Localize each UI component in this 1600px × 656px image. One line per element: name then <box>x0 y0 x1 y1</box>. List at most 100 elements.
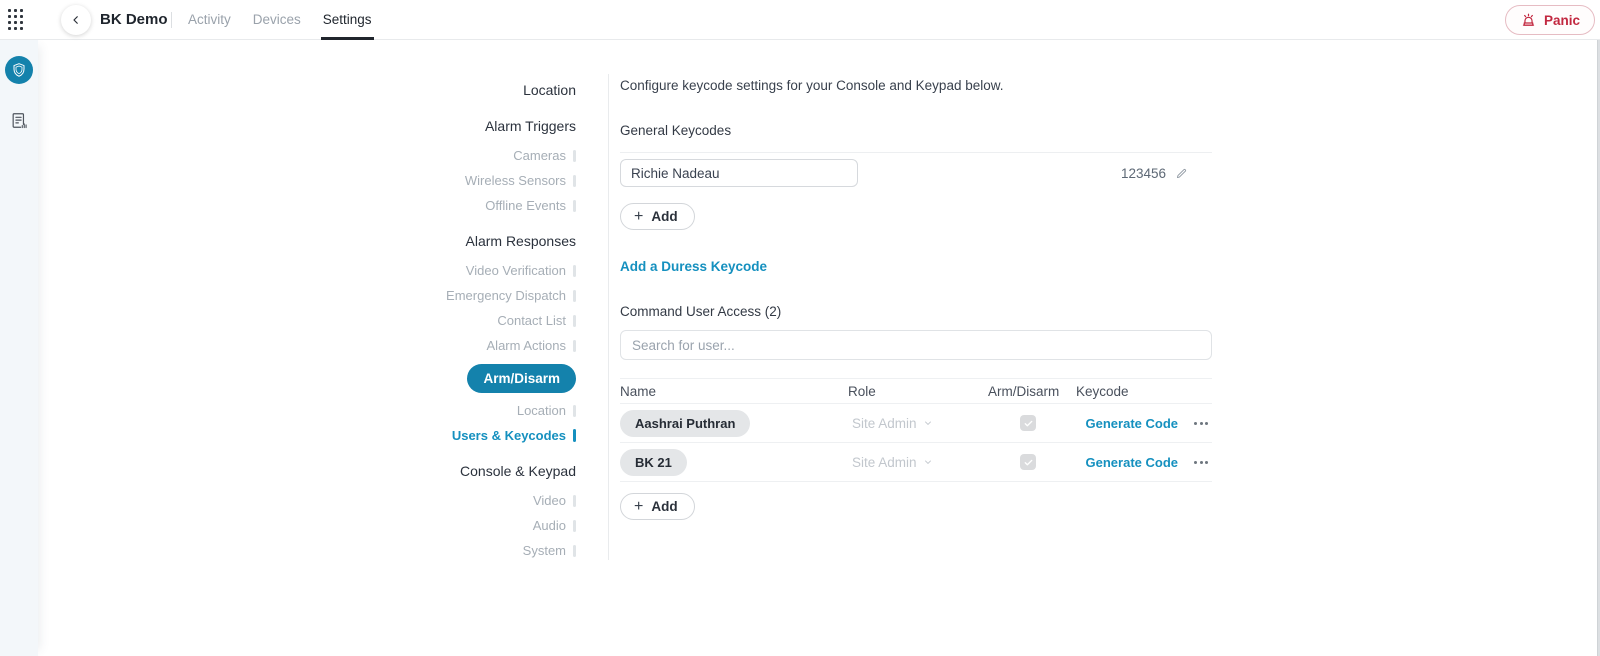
nav-item-emergency-dispatch[interactable]: Emergency Dispatch <box>446 287 576 304</box>
nav-item-label: Wireless Sensors <box>465 172 566 189</box>
nav-item-label: Contact List <box>497 312 566 329</box>
shield-icon <box>11 62 27 78</box>
nav-item-cameras[interactable]: Cameras <box>513 147 576 164</box>
settings-nav: Location Alarm Triggers Cameras Wireless… <box>380 81 576 559</box>
sidebar-item-reports[interactable] <box>5 106 33 134</box>
nav-item-contact-list[interactable]: Contact List <box>497 312 576 329</box>
row-menu-button[interactable] <box>1192 418 1210 429</box>
nav-tick <box>573 150 576 162</box>
nav-item-location-section[interactable]: Location <box>523 81 576 99</box>
nav-item-video[interactable]: Video <box>533 492 576 509</box>
nav-item-label: Video <box>533 492 566 509</box>
arm-disarm-button[interactable]: Arm/Disarm <box>467 364 576 393</box>
keycode-row: 123456 <box>620 152 1212 193</box>
command-user-access-title: Command User Access (2) <box>620 304 1212 320</box>
user-chip[interactable]: Aashrai Puthran <box>620 410 750 437</box>
intro-text: Configure keycode settings for your Cons… <box>620 70 1212 94</box>
user-search-input[interactable] <box>620 330 1212 360</box>
generate-code-link[interactable]: Generate Code <box>1086 455 1178 470</box>
table-row: BK 21 Site Admin Generate Code <box>620 443 1212 482</box>
top-bar: BK Demo Activity Devices Settings Panic <box>0 0 1600 40</box>
row-menu-button[interactable] <box>1192 457 1210 468</box>
app-grid-button[interactable] <box>8 9 30 33</box>
nav-item-label: Offline Events <box>485 197 566 214</box>
tab-activity[interactable]: Activity <box>177 0 242 40</box>
app-window: BK Demo Activity Devices Settings Panic <box>0 0 1600 656</box>
sidebar-item-alarms[interactable] <box>5 56 33 84</box>
general-keycodes-title: General Keycodes <box>620 123 1212 139</box>
generate-code-link[interactable]: Generate Code <box>1086 416 1178 431</box>
nav-item-label: Audio <box>533 517 566 534</box>
nav-item-label: System <box>523 542 566 559</box>
tab-settings[interactable]: Settings <box>312 0 383 40</box>
nav-item-audio[interactable]: Audio <box>533 517 576 534</box>
tab-devices[interactable]: Devices <box>242 0 312 40</box>
add-keycode-label: Add <box>651 209 677 224</box>
add-duress-keycode-link[interactable]: Add a Duress Keycode <box>620 259 767 274</box>
ellipsis-icon <box>1194 461 1197 464</box>
nav-item-wireless-sensors[interactable]: Wireless Sensors <box>465 172 576 189</box>
nav-tick-active <box>573 429 576 442</box>
nav-item-system[interactable]: System <box>523 542 576 559</box>
app-grid-icon <box>8 9 11 12</box>
nav-item-location[interactable]: Location <box>517 402 576 419</box>
chevron-down-icon <box>923 418 933 428</box>
chevron-down-icon <box>923 457 933 467</box>
keycode-cell: Generate Code <box>1076 455 1212 470</box>
column-header-arm-disarm: Arm/Disarm <box>988 384 1076 399</box>
user-access-table: Name Role Arm/Disarm Keycode Aashrai Put… <box>620 378 1212 482</box>
table-row: Aashrai Puthran Site Admin Generate Code <box>620 404 1212 443</box>
main-content: Configure keycode settings for your Cons… <box>620 70 1212 520</box>
role-select-value: Site Admin <box>852 416 917 431</box>
role-select-value: Site Admin <box>852 455 917 470</box>
keycode-cell: Generate Code <box>1076 416 1212 431</box>
nav-header-alarm-triggers[interactable]: Alarm Triggers <box>485 117 576 135</box>
keycode-name-input[interactable] <box>620 159 858 187</box>
nav-tick <box>573 290 576 302</box>
table-header-row: Name Role Arm/Disarm Keycode <box>620 378 1212 404</box>
nav-tick <box>573 405 576 417</box>
nav-tick <box>573 175 576 187</box>
nav-tick <box>573 545 576 557</box>
nav-tick <box>573 265 576 277</box>
icon-rail <box>0 40 38 656</box>
column-header-name: Name <box>620 384 848 399</box>
nav-header-alarm-responses[interactable]: Alarm Responses <box>466 232 577 250</box>
nav-item-label: Location <box>517 402 566 419</box>
nav-tick <box>573 340 576 352</box>
topbar-divider <box>171 12 172 28</box>
add-user-label: Add <box>651 499 677 514</box>
arm-disarm-checkbox[interactable] <box>1020 454 1036 470</box>
nav-tick <box>573 520 576 532</box>
nav-tick <box>573 495 576 507</box>
column-header-keycode: Keycode <box>1076 384 1212 399</box>
plus-icon <box>634 209 643 225</box>
check-icon <box>1023 457 1034 468</box>
siren-icon <box>1520 12 1537 29</box>
site-name: BK Demo <box>100 0 168 40</box>
nav-tick <box>573 200 576 212</box>
edit-keycode-button[interactable] <box>1175 167 1188 180</box>
user-chip[interactable]: BK 21 <box>620 449 687 476</box>
add-user-button[interactable]: Add <box>620 493 695 520</box>
nav-item-alarm-actions[interactable]: Alarm Actions <box>487 337 576 354</box>
nav-item-offline-events[interactable]: Offline Events <box>485 197 576 214</box>
arm-disarm-checkbox[interactable] <box>1020 415 1036 431</box>
nav-item-video-verification[interactable]: Video Verification <box>466 262 576 279</box>
ellipsis-icon <box>1194 422 1197 425</box>
add-keycode-button[interactable]: Add <box>620 203 695 230</box>
pencil-icon <box>1175 167 1188 180</box>
keycode-value: 123456 <box>1121 166 1166 181</box>
panic-label: Panic <box>1544 13 1580 28</box>
nav-item-users-keycodes[interactable]: Users & Keycodes <box>452 427 576 444</box>
role-select[interactable]: Site Admin <box>848 416 988 431</box>
nav-item-label: Alarm Actions <box>487 337 566 354</box>
panic-button[interactable]: Panic <box>1505 5 1595 35</box>
nav-header-console-keypad[interactable]: Console & Keypad <box>460 462 576 480</box>
role-select[interactable]: Site Admin <box>848 455 988 470</box>
chevron-left-icon <box>70 14 82 26</box>
back-button[interactable] <box>61 5 91 35</box>
column-header-role: Role <box>848 384 988 399</box>
check-icon <box>1023 418 1034 429</box>
nav-tick <box>573 315 576 327</box>
